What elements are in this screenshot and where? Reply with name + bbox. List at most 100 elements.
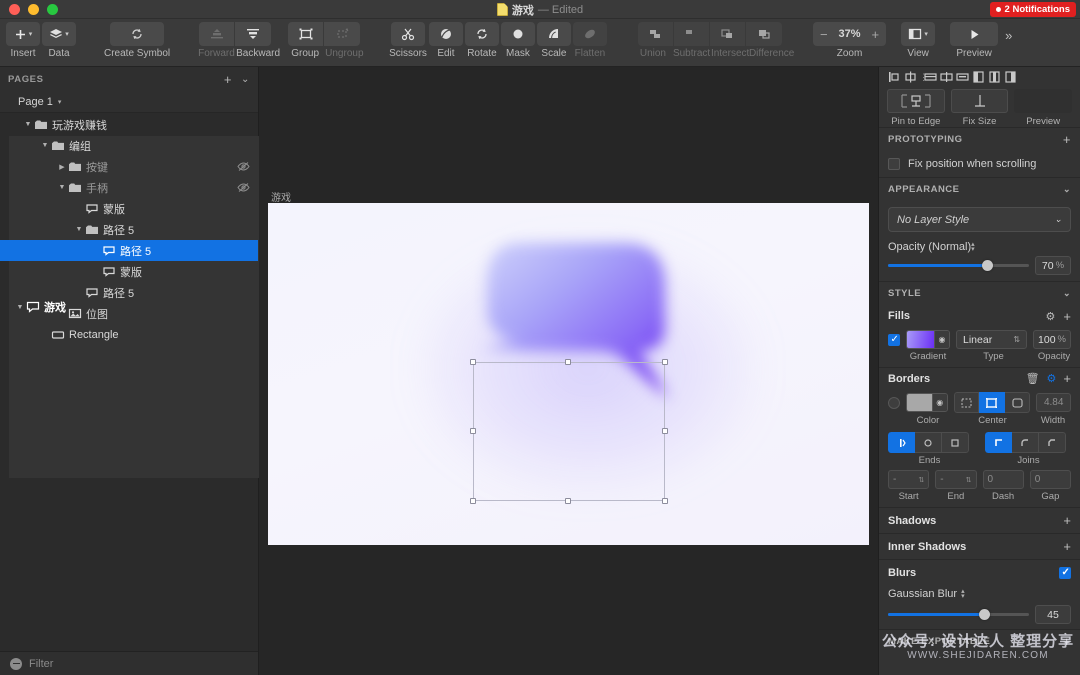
arrow-end-field[interactable]: - ⇅ bbox=[935, 470, 976, 489]
create-symbol-button[interactable] bbox=[110, 22, 164, 46]
scissors-button[interactable] bbox=[391, 22, 425, 46]
layer-row[interactable]: ▼玩游戏赚钱 bbox=[0, 114, 258, 135]
arrange-segment[interactable] bbox=[199, 22, 271, 46]
blurs-enabled-checkbox[interactable] bbox=[1059, 567, 1071, 579]
layer-style-select[interactable]: No Layer Style ⌄ bbox=[888, 207, 1071, 232]
layer-row[interactable]: ▼手柄 bbox=[0, 177, 258, 198]
opacity-slider-knob[interactable] bbox=[982, 260, 993, 271]
opacity-slider-row[interactable]: 70 % bbox=[879, 256, 1080, 275]
align-middle-icon[interactable] bbox=[955, 70, 970, 84]
preview-button[interactable] bbox=[950, 22, 998, 46]
layer-list[interactable]: ▼游戏▼玩游戏赚钱▼编组▶按键▼手柄蒙版▼路径 5路径 5蒙版路径 5位图Rec… bbox=[0, 113, 258, 651]
filter-input[interactable]: Filter bbox=[29, 658, 53, 670]
difference-button[interactable] bbox=[746, 22, 782, 46]
resize-handle-bc[interactable] bbox=[565, 498, 571, 504]
resize-handle-bl[interactable] bbox=[470, 498, 476, 504]
ends-joins-row[interactable] bbox=[879, 430, 1080, 453]
resize-handle-br[interactable] bbox=[662, 498, 668, 504]
borders-settings-gear-icon[interactable]: ⚙ bbox=[1047, 372, 1057, 385]
opacity-field[interactable]: 70 % bbox=[1035, 256, 1071, 275]
layer-row[interactable]: Rectangle bbox=[0, 324, 258, 345]
opacity-stepper[interactable]: ▴▾ bbox=[971, 242, 975, 252]
blur-type-row[interactable]: Gaussian Blur ▴▾ bbox=[879, 585, 1080, 602]
boolean-segment[interactable] bbox=[638, 22, 782, 46]
hidden-eye-icon[interactable] bbox=[237, 182, 250, 193]
layer-row[interactable]: ▼编组 bbox=[0, 135, 258, 156]
group-button[interactable] bbox=[288, 22, 324, 46]
border-position-outside-icon[interactable] bbox=[1005, 392, 1031, 413]
artboard[interactable] bbox=[268, 203, 869, 545]
dash-settings-row[interactable]: - ⇅ - ⇅ 0 0 bbox=[879, 466, 1080, 489]
blur-slider[interactable] bbox=[888, 613, 1029, 616]
close-window-button[interactable] bbox=[9, 4, 20, 15]
distribute-horizontal-icon[interactable] bbox=[923, 70, 938, 84]
alignment-toolbar[interactable]: ⋮ bbox=[879, 67, 1080, 87]
line-ends-segment[interactable] bbox=[888, 432, 969, 453]
delete-border-trash-icon[interactable]: 🗑 bbox=[1026, 372, 1040, 385]
flatten-button[interactable] bbox=[573, 22, 607, 46]
chevron-down-icon[interactable]: ▼ bbox=[40, 142, 50, 149]
pin-to-edge-control[interactable]: Pin to Edge bbox=[887, 89, 945, 127]
grouping-segment[interactable] bbox=[288, 22, 360, 46]
fill-right-icon[interactable] bbox=[1003, 70, 1018, 84]
align-left-icon[interactable] bbox=[887, 70, 902, 84]
blur-type-stepper[interactable]: ▴▾ bbox=[961, 589, 965, 599]
edit-button[interactable] bbox=[429, 22, 463, 46]
border-position-inside-icon[interactable] bbox=[954, 392, 980, 413]
canvas-area[interactable]: 游戏 bbox=[259, 67, 878, 675]
border-position-segment[interactable] bbox=[954, 392, 1031, 413]
gap-field[interactable]: 0 bbox=[1030, 470, 1071, 489]
fill-center-icon[interactable] bbox=[987, 70, 1002, 84]
border-item-row[interactable]: ◉ 4.84 bbox=[879, 389, 1080, 413]
view-button[interactable]: ▾ bbox=[901, 22, 935, 46]
fill-gradient-swatch[interactable]: ◉ bbox=[906, 330, 950, 349]
ungroup-button[interactable] bbox=[324, 22, 360, 46]
chevron-down-icon[interactable]: ▼ bbox=[23, 121, 33, 128]
blur-amount-field[interactable]: 45 bbox=[1035, 605, 1071, 624]
distribute-vertical-icon[interactable] bbox=[939, 70, 954, 84]
fills-settings-gear-icon[interactable]: ⚙ bbox=[1046, 310, 1056, 323]
end-round-icon[interactable] bbox=[915, 432, 942, 453]
preview-control[interactable]: Preview bbox=[1014, 89, 1072, 127]
fill-color-picker-icon[interactable]: ◉ bbox=[934, 331, 949, 348]
window-controls[interactable] bbox=[0, 4, 58, 15]
page-selector[interactable]: Page 1 ▾ bbox=[0, 91, 258, 113]
fill-type-select[interactable]: Linear ⇅ bbox=[956, 330, 1027, 349]
scale-button[interactable] bbox=[537, 22, 571, 46]
backward-button[interactable] bbox=[235, 22, 271, 46]
join-round-icon[interactable] bbox=[1012, 432, 1039, 453]
minimize-window-button[interactable] bbox=[28, 4, 39, 15]
fill-enabled-checkbox[interactable] bbox=[888, 334, 900, 346]
mask-button[interactable] bbox=[501, 22, 535, 46]
resize-handle-mr[interactable] bbox=[662, 428, 668, 434]
add-page-icon[interactable]: + bbox=[224, 72, 232, 87]
resize-handle-tc[interactable] bbox=[565, 359, 571, 365]
add-shadow-icon[interactable]: + bbox=[1063, 513, 1071, 528]
layer-row[interactable]: 蒙版 bbox=[0, 198, 258, 219]
union-button[interactable] bbox=[638, 22, 674, 46]
fix-size-control[interactable]: Fix Size bbox=[951, 89, 1009, 127]
join-miter-icon[interactable] bbox=[985, 432, 1012, 453]
fill-left-icon[interactable] bbox=[971, 70, 986, 84]
fix-size-button[interactable] bbox=[951, 89, 1009, 113]
fix-position-row[interactable]: Fix position when scrolling bbox=[879, 151, 1080, 177]
forward-button[interactable] bbox=[199, 22, 235, 46]
maximize-window-button[interactable] bbox=[47, 4, 58, 15]
chevron-down-icon[interactable]: ⌄ bbox=[1063, 288, 1071, 299]
layer-row[interactable]: 蒙版 bbox=[0, 261, 258, 282]
artboard-label[interactable]: 游戏 bbox=[271, 189, 291, 204]
insert-button[interactable]: ▾ bbox=[6, 22, 40, 46]
line-joins-segment[interactable] bbox=[985, 432, 1066, 453]
align-center-horizontal-icon[interactable] bbox=[903, 70, 918, 84]
rotate-button[interactable] bbox=[465, 22, 499, 46]
chevron-down-icon[interactable]: ▼ bbox=[74, 226, 84, 233]
add-export-preset-icon[interactable]: + bbox=[1063, 634, 1071, 649]
border-color-picker-icon[interactable]: ◉ bbox=[932, 394, 947, 411]
pin-to-edge-button[interactable] bbox=[887, 89, 945, 113]
layer-row[interactable]: 路径 5 bbox=[0, 282, 258, 303]
fill-item-row[interactable]: ◉ Linear ⇅ 100 % bbox=[879, 327, 1080, 349]
blur-slider-knob[interactable] bbox=[979, 609, 990, 620]
fill-opacity-field[interactable]: 100 % bbox=[1033, 330, 1071, 349]
resize-handle-tr[interactable] bbox=[662, 359, 668, 365]
fix-position-checkbox[interactable] bbox=[888, 158, 900, 170]
